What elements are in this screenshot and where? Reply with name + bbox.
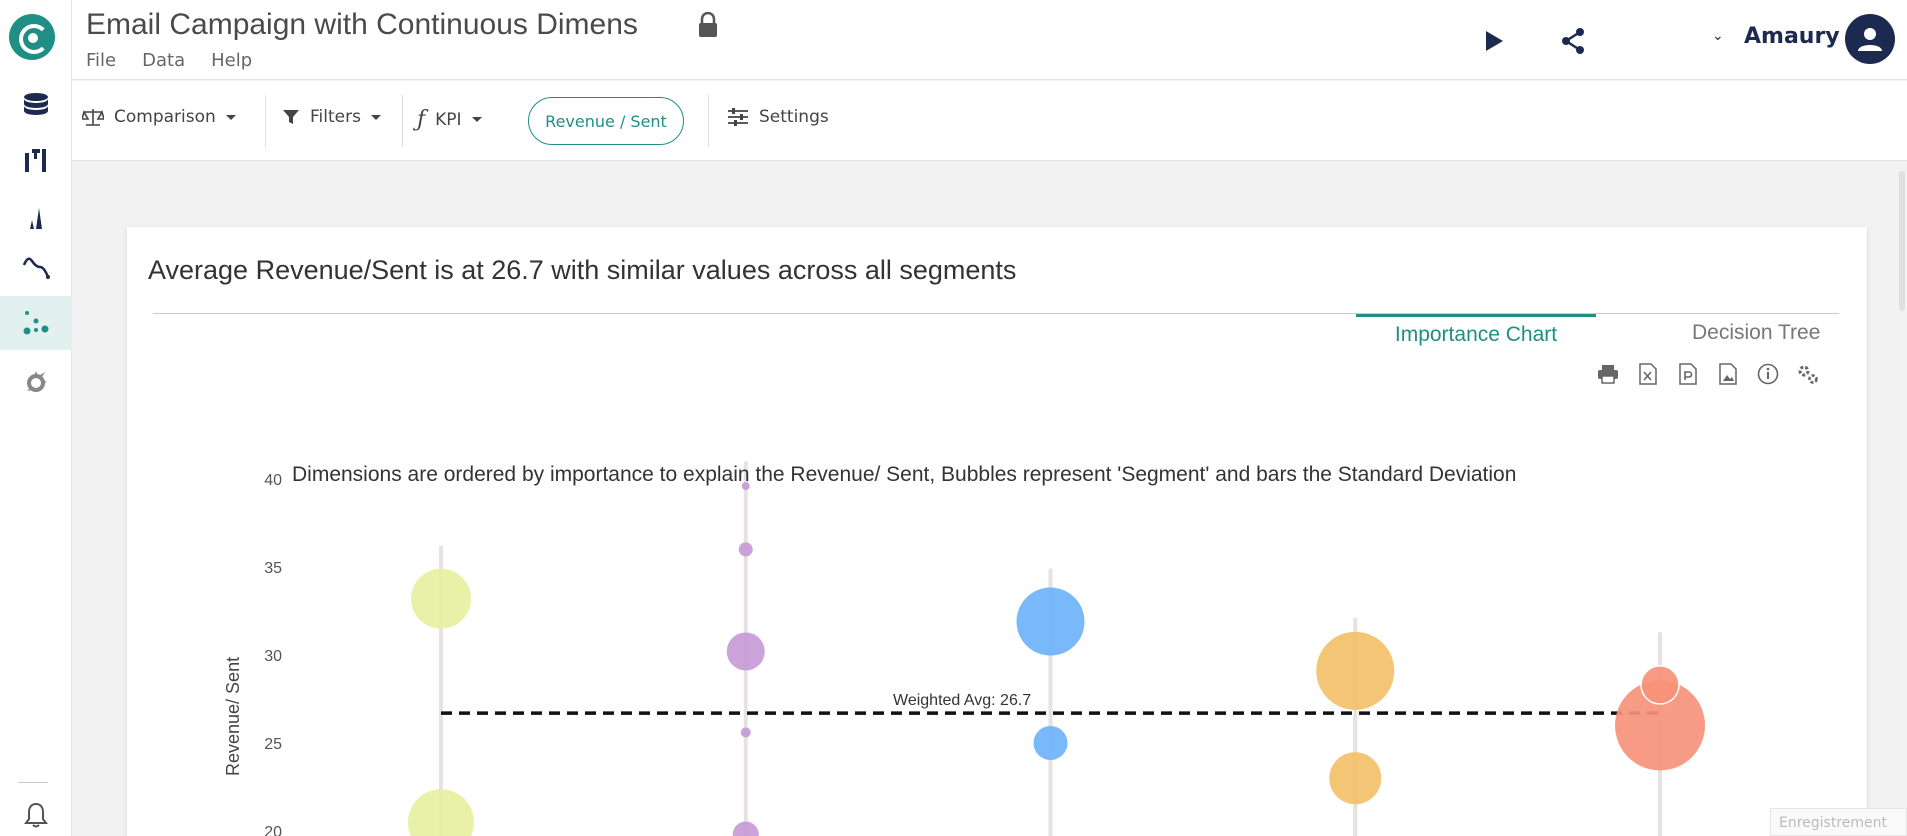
segment-bubble[interactable] (732, 821, 759, 836)
segment-bubble[interactable] (726, 632, 765, 671)
segment-bubble[interactable] (1329, 752, 1382, 805)
importance-chart: 20 25 30 35 40 Dimensions are ordered by imp… (223, 461, 1705, 836)
segment-bubble[interactable] (738, 542, 753, 557)
segment-bubble[interactable] (411, 568, 471, 629)
segment-bubble[interactable] (740, 727, 751, 738)
segment-bubble[interactable] (1016, 587, 1085, 656)
y-tick-label: 30 (264, 648, 282, 665)
y-tick-label: 20 (264, 824, 282, 836)
page-scrollbar[interactable] (1898, 161, 1907, 836)
y-tick-label: 25 (264, 736, 282, 753)
segment-bubble[interactable] (1033, 726, 1068, 760)
weighted-average-label: Weighted Avg: 26.7 (893, 692, 1031, 709)
segment-bubble[interactable] (1640, 665, 1680, 705)
scrollbar-thumb[interactable] (1899, 171, 1905, 311)
segment-bubble[interactable] (1316, 631, 1395, 710)
y-axis-label: Revenue/ Sent (223, 657, 243, 776)
segment-bubble[interactable] (408, 789, 474, 836)
y-tick-label: 35 (264, 560, 282, 577)
recording-badge: Enregistrement (1770, 808, 1907, 836)
y-tick-label: 40 (264, 472, 282, 489)
chart-title: Dimensions are ordered by importance to … (292, 463, 1516, 486)
